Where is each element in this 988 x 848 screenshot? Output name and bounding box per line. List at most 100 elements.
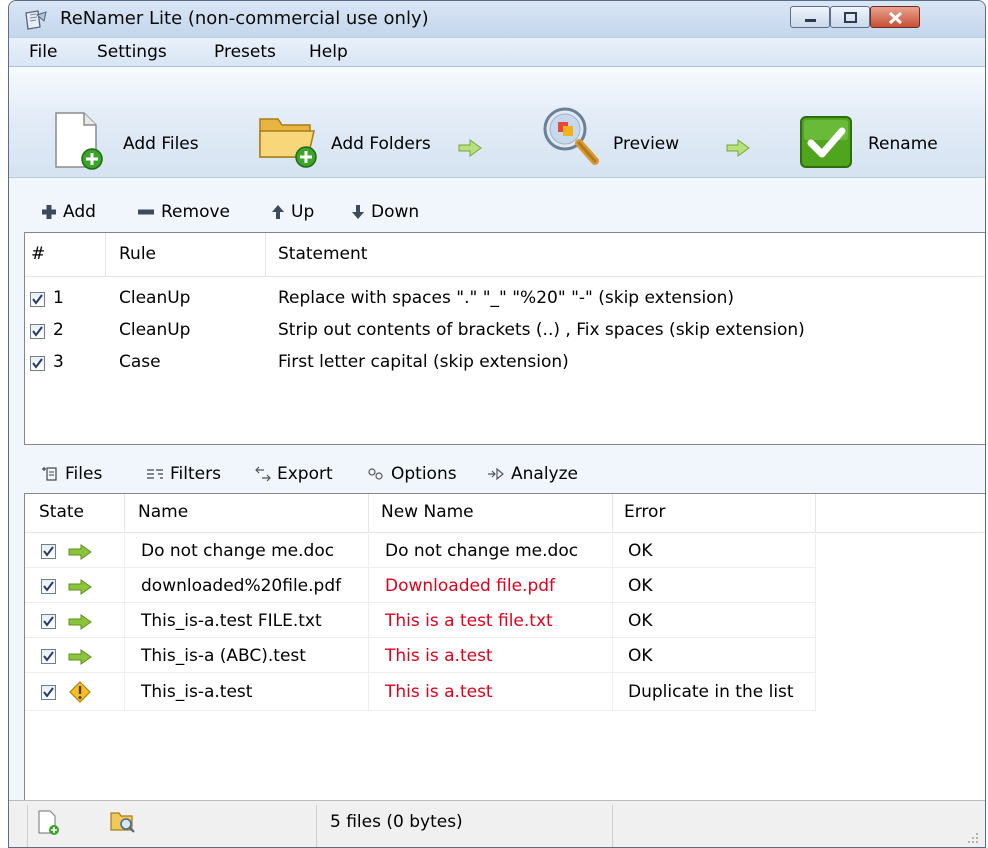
files-header-error[interactable]: Error [624, 502, 665, 522]
export-tab[interactable]: Export [255, 464, 333, 484]
checkbox-icon [43, 616, 54, 627]
minus-icon [138, 209, 154, 215]
add-folders-label: Add Folders [331, 134, 431, 154]
options-tab[interactable]: Options [367, 464, 457, 484]
rules-header-num[interactable]: # [31, 244, 45, 264]
files-header-new-name[interactable]: New Name [381, 502, 474, 522]
add-rule-label: Add [63, 202, 96, 222]
files-tab-label: Files [65, 464, 103, 484]
file-error: OK [628, 576, 653, 596]
files-tab[interactable]: Files [41, 464, 102, 484]
up-arrow-icon [272, 205, 284, 219]
rule-name: Case [119, 352, 161, 372]
rule-checkbox[interactable] [30, 356, 45, 371]
move-up-button[interactable]: Up [271, 202, 314, 222]
menu-settings[interactable]: Settings [97, 42, 167, 62]
rule-statement: Strip out contents of brackets (..) , Fi… [278, 320, 805, 340]
checkbox-icon [32, 358, 43, 369]
file-checkbox[interactable] [41, 649, 56, 664]
status-summary: 5 files (0 bytes) [330, 812, 463, 832]
export-icon [255, 466, 271, 482]
file-name: Do not change me.doc [141, 541, 335, 561]
menu-file[interactable]: File [29, 42, 57, 62]
rule-num: 1 [53, 288, 64, 308]
file-name: downloaded%20file.pdf [141, 576, 342, 596]
rules-header-statement[interactable]: Statement [278, 244, 367, 264]
file-row[interactable]: This_is-a.test FILE.txt This is a test f… [25, 606, 985, 638]
rule-row[interactable]: 3 Case First letter capital (skip extens… [25, 347, 985, 379]
menu-bar: File Settings Presets Help [9, 38, 985, 67]
title-bar[interactable]: ReNamer Lite (non-commercial use only) [9, 1, 985, 37]
move-down-label: Down [371, 202, 420, 222]
analyze-tab-label: Analyze [511, 464, 578, 484]
files-header-name[interactable]: Name [138, 502, 188, 522]
rule-row[interactable]: 2 CleanUp Strip out contents of brackets… [25, 315, 985, 347]
checkbox-icon [43, 546, 54, 557]
analyze-tab[interactable]: Analyze [487, 464, 578, 484]
files-icon [42, 467, 57, 481]
close-button[interactable] [870, 6, 920, 28]
checkbox-icon [43, 687, 54, 698]
file-row[interactable]: This_is-a (ABC).test This is a.test OK [25, 641, 985, 673]
add-rule-button[interactable]: Add [41, 202, 96, 222]
file-new-name: This is a.test [385, 682, 493, 702]
folder-search-icon[interactable] [110, 810, 136, 834]
file-checkbox[interactable] [41, 614, 56, 629]
checkbox-icon [32, 294, 43, 305]
file-row[interactable]: This_is-a.test This is a.test Duplicate … [25, 677, 985, 709]
file-error: OK [628, 611, 653, 631]
menu-presets[interactable]: Presets [214, 42, 276, 62]
app-icon [25, 10, 47, 30]
arrow-right-icon [726, 139, 750, 157]
remove-rule-label: Remove [161, 202, 230, 222]
main-toolbar: Add Files Add Folders Preview Rename [9, 67, 985, 178]
checkbox-icon [32, 326, 43, 337]
rules-header-rule[interactable]: Rule [119, 244, 156, 264]
status-bar: 5 files (0 bytes) [9, 800, 985, 847]
new-file-icon[interactable] [38, 810, 60, 836]
file-error: Duplicate in the list [628, 682, 794, 702]
filters-tab-label: Filters [170, 464, 221, 484]
file-checkbox[interactable] [41, 544, 56, 559]
file-name: This_is-a (ABC).test [141, 646, 306, 666]
minimize-icon [805, 19, 816, 22]
rule-row[interactable]: 1 CleanUp Replace with spaces "." "_" "%… [25, 283, 985, 315]
remove-rule-button[interactable]: Remove [137, 202, 230, 222]
rule-checkbox[interactable] [30, 292, 45, 307]
files-list[interactable]: State Name New Name Error Do not change … [24, 493, 985, 802]
resize-grip-icon[interactable] [967, 832, 979, 844]
filters-tab[interactable]: Filters [146, 464, 221, 484]
file-new-name: This is a test file.txt [385, 611, 553, 631]
file-new-name: This is a.test [385, 646, 493, 666]
preview-icon [543, 107, 599, 165]
rules-list[interactable]: # Rule Statement 1 CleanUp Replace with … [24, 232, 985, 445]
files-header: State Name New Name Error [25, 494, 985, 533]
move-down-button[interactable]: Down [351, 202, 419, 222]
checkbox-icon [43, 581, 54, 592]
minimize-button[interactable] [790, 6, 830, 28]
file-name: This_is-a.test [141, 682, 253, 702]
rule-name: CleanUp [119, 320, 191, 340]
main-panel: Add Remove Up Down # Rule Statement 1 Cl… [9, 178, 985, 832]
rule-num: 3 [53, 352, 64, 372]
rename-icon [800, 116, 852, 168]
files-header-state[interactable]: State [39, 502, 84, 522]
window-title: ReNamer Lite (non-commercial use only) [60, 8, 429, 29]
rule-checkbox[interactable] [30, 324, 45, 339]
file-row[interactable]: Do not change me.doc Do not change me.do… [25, 536, 985, 568]
plus-icon [42, 205, 56, 219]
filters-icon [147, 469, 163, 479]
rule-statement: Replace with spaces "." "_" "%20" "-" (s… [278, 288, 735, 308]
green-arrow-icon [68, 614, 92, 630]
file-checkbox[interactable] [41, 579, 56, 594]
export-tab-label: Export [277, 464, 333, 484]
file-checkbox[interactable] [41, 685, 56, 700]
maximize-button[interactable] [830, 6, 870, 28]
rule-num: 2 [53, 320, 64, 340]
close-icon [888, 11, 903, 25]
file-row[interactable]: downloaded%20file.pdf Downloaded file.pd… [25, 571, 985, 603]
options-tab-label: Options [391, 464, 457, 484]
arrow-right-icon [458, 139, 482, 157]
add-files-label: Add Files [123, 134, 199, 154]
menu-help[interactable]: Help [309, 42, 348, 62]
